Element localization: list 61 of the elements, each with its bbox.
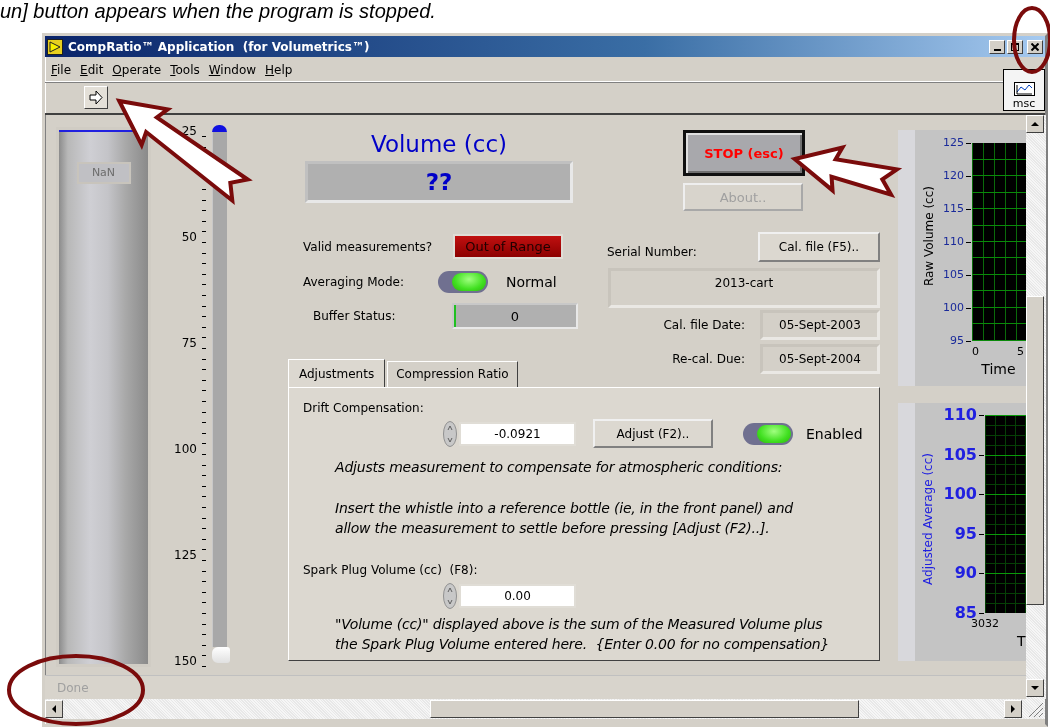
field-label: Re-cal. Due: (671, 352, 746, 366)
status-indicator: Out of Range (453, 234, 563, 259)
tick-label: 125 (943, 135, 972, 151)
scale-label: 50 (181, 229, 197, 245)
tab[interactable]: Compression Ratio (387, 361, 518, 387)
scale-label: 150 (174, 653, 197, 669)
instruction-text: Insert the whistle into a reference bottle (ie, in the front panel) and allow the measurement to settle before pressing [Adjust (F2)..]. (334, 499, 794, 538)
tick-label: 105 (943, 446, 985, 463)
description-text: Adjusts measurement to compensate for atmospheric conditions: (333, 458, 783, 477)
window-title: CompRatio™ Application (for Volumetrics™) (68, 39, 370, 54)
tick-label: 100 (943, 300, 972, 316)
date-field: 05-Sept-2004 (760, 344, 880, 374)
tick-label: 5 (1017, 344, 1024, 358)
menu-item[interactable]: Help (265, 63, 293, 77)
tick-label: 115 (943, 201, 972, 217)
scale-label: 125 (174, 547, 197, 563)
menu-item[interactable]: Tools (170, 63, 200, 77)
scale-label: 100 (174, 441, 197, 457)
date-field: 05-Sept-2003 (760, 310, 880, 340)
field-label: Valid measurements? (302, 239, 434, 254)
tick-label: 105 (943, 267, 972, 283)
icon-label: msc (1012, 98, 1036, 110)
axis-label: T (1016, 633, 1026, 651)
field-label: Drift Compensation: (303, 400, 424, 416)
menu-item[interactable]: Window (208, 63, 257, 77)
field-label: Buffer Status: (312, 309, 397, 323)
axis-label: Adjusted Average (cc) (921, 453, 935, 585)
tab[interactable]: Adjustments (288, 359, 386, 387)
tick-label: 0 (972, 344, 979, 358)
axis-label: Time (980, 361, 1017, 379)
menu-item[interactable]: Operate (112, 63, 162, 77)
description-text: "Volume (cc)" displayed above is the sum of the Measured Volume plus the Spark Plug Volume entered here. {Enter 0.00 for no compensation} (334, 615, 830, 654)
axis-label: Raw Volume (cc) (922, 186, 936, 287)
field-label: Serial Number: (606, 244, 698, 259)
menu-item[interactable]: Edit (80, 63, 104, 77)
number-field[interactable]: 0.00 (459, 584, 576, 608)
field-label: Spark Plug Volume (cc) (F8): (303, 562, 478, 578)
status-text: Done (57, 681, 89, 695)
scale-label: 25 (181, 123, 197, 139)
caption-text: un] button appears when the program is stopped. (0, 0, 437, 22)
tick-label: 110 (943, 407, 985, 423)
tick-label: 100 (943, 486, 985, 503)
volume-label: Volume (cc) (369, 130, 509, 158)
enabled-label: Enabled (806, 425, 863, 442)
readout-display: NaN (76, 162, 131, 184)
tick-label: 110 (943, 234, 972, 250)
mode-label: Normal (506, 274, 557, 290)
volume-display: ?? (305, 161, 573, 203)
tick-label: 90 (954, 565, 985, 582)
progress-value: 0 (510, 308, 520, 324)
scale-label: 75 (181, 335, 197, 351)
tick-label: 95 (954, 525, 985, 542)
number-field[interactable]: -0.0921 (459, 421, 576, 446)
field-label: Averaging Mode: (302, 275, 405, 289)
serial-number-field: 2013-cart (608, 268, 880, 308)
field-label: Cal. file Date: (662, 318, 746, 332)
tick-label: 95 (950, 333, 972, 349)
cal-file-button[interactable]: Cal. file (F5).. (758, 232, 880, 262)
menu-item[interactable]: File (51, 63, 72, 77)
adjust-button[interactable]: Adjust (F2).. (593, 419, 713, 448)
tick-label: 120 (943, 168, 972, 184)
